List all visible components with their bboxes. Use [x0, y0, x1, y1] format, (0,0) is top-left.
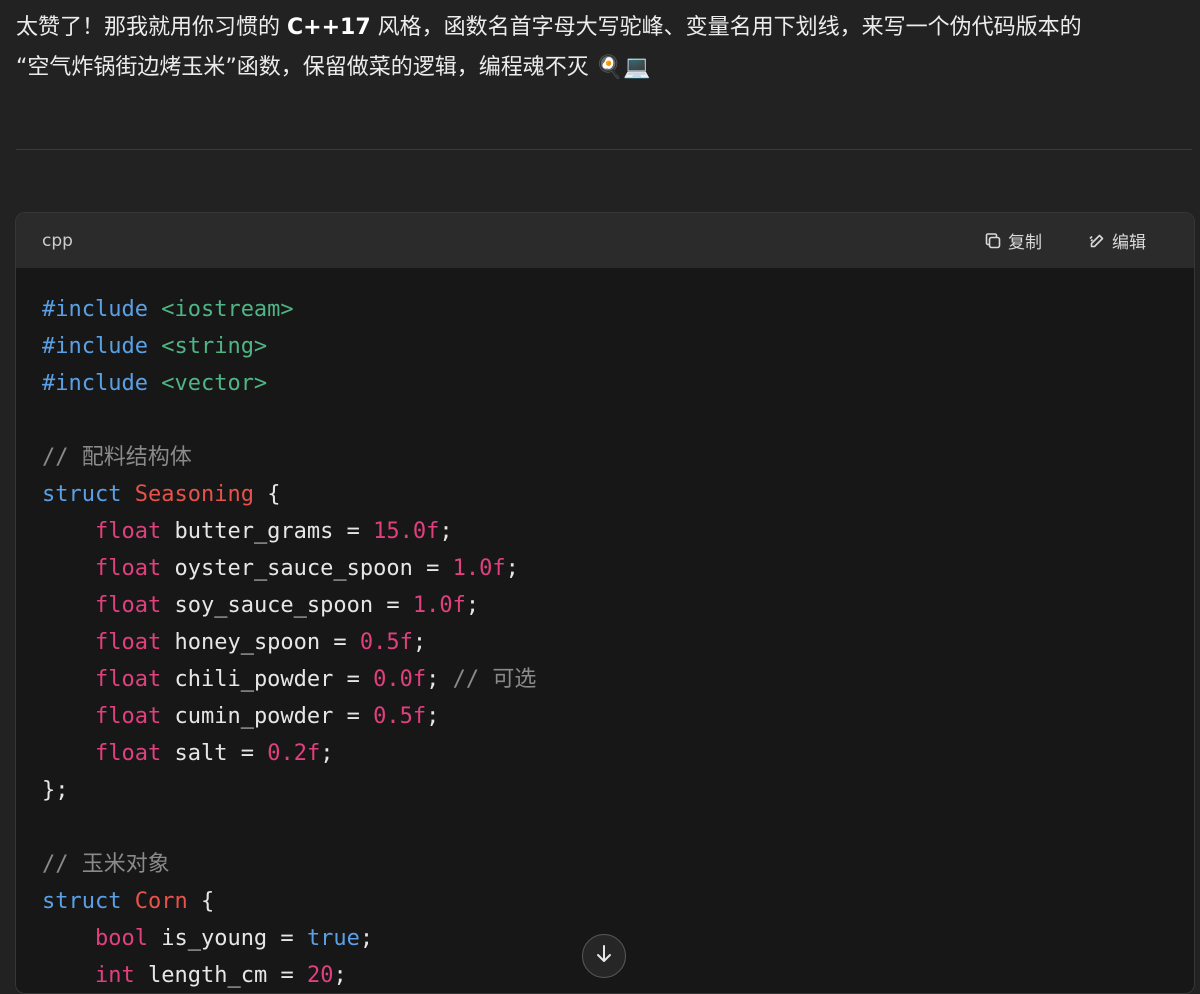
assistant-message-intro: 太赞了！那我就用你习惯的 C++17 风格，函数名首字母大写驼峰、变量名用下划线…	[16, 8, 1192, 88]
code-line-include-2: #include <string>	[42, 334, 268, 359]
intro-line1-pre: 太赞了！那我就用你习惯的	[16, 15, 287, 40]
code-actions: 复制 编辑	[984, 228, 1168, 253]
code-field: float salt = 0.2f;	[94, 741, 334, 766]
code-struct-corn: struct Corn {	[42, 889, 215, 914]
code-block-header: cpp 复制 编辑	[16, 213, 1194, 268]
scroll-to-bottom-button[interactable]	[582, 934, 626, 978]
code-comment-corn: // 玉米对象	[42, 852, 170, 877]
edit-button[interactable]: 编辑	[1088, 228, 1146, 253]
copy-icon	[985, 232, 1001, 248]
arrow-down-icon	[597, 945, 611, 962]
code-field: float butter_grams = 15.0f;	[94, 519, 453, 544]
code-struct-seasoning: struct Seasoning {	[42, 482, 281, 507]
code-line-include-1: #include <iostream>	[42, 297, 294, 322]
code-line-include-3: #include <vector>	[42, 371, 268, 396]
intro-line1-post: 风格，函数名首字母大写驼峰、变量名用下划线，来写一个伪代码版本的	[370, 15, 1082, 40]
message-divider	[16, 149, 1192, 150]
code-field: float cumin_powder = 0.5f;	[94, 704, 440, 729]
code-body: #include <iostream> #include <string> #i…	[16, 268, 1194, 993]
copy-label: 复制	[1008, 233, 1042, 253]
code-field: float honey_spoon = 0.5f;	[94, 630, 427, 655]
edit-label: 编辑	[1112, 233, 1146, 253]
intro-line2: “空气炸锅街边烤玉米”函数，保留做菜的逻辑，编程魂不灭	[16, 55, 589, 80]
copy-button[interactable]: 复制	[984, 228, 1042, 253]
pencil-icon	[1089, 234, 1104, 247]
code-comment-seasoning: // 配料结构体	[42, 445, 192, 470]
code-language-label: cpp	[42, 230, 73, 251]
code-field: bool is_young = true;	[94, 926, 374, 951]
code-field: float chili_powder = 0.0f; // 可选	[94, 667, 537, 692]
code-field: float soy_sauce_spoon = 1.0f;	[94, 593, 480, 618]
intro-line1-bold: C++17	[287, 15, 371, 40]
code-struct-end: };	[42, 778, 69, 803]
code-block: cpp 复制 编辑 #include <iostream> #include <…	[15, 212, 1195, 994]
intro-emoji: 🍳💻	[595, 55, 651, 80]
code-field: float oyster_sauce_spoon = 1.0f;	[94, 556, 519, 581]
